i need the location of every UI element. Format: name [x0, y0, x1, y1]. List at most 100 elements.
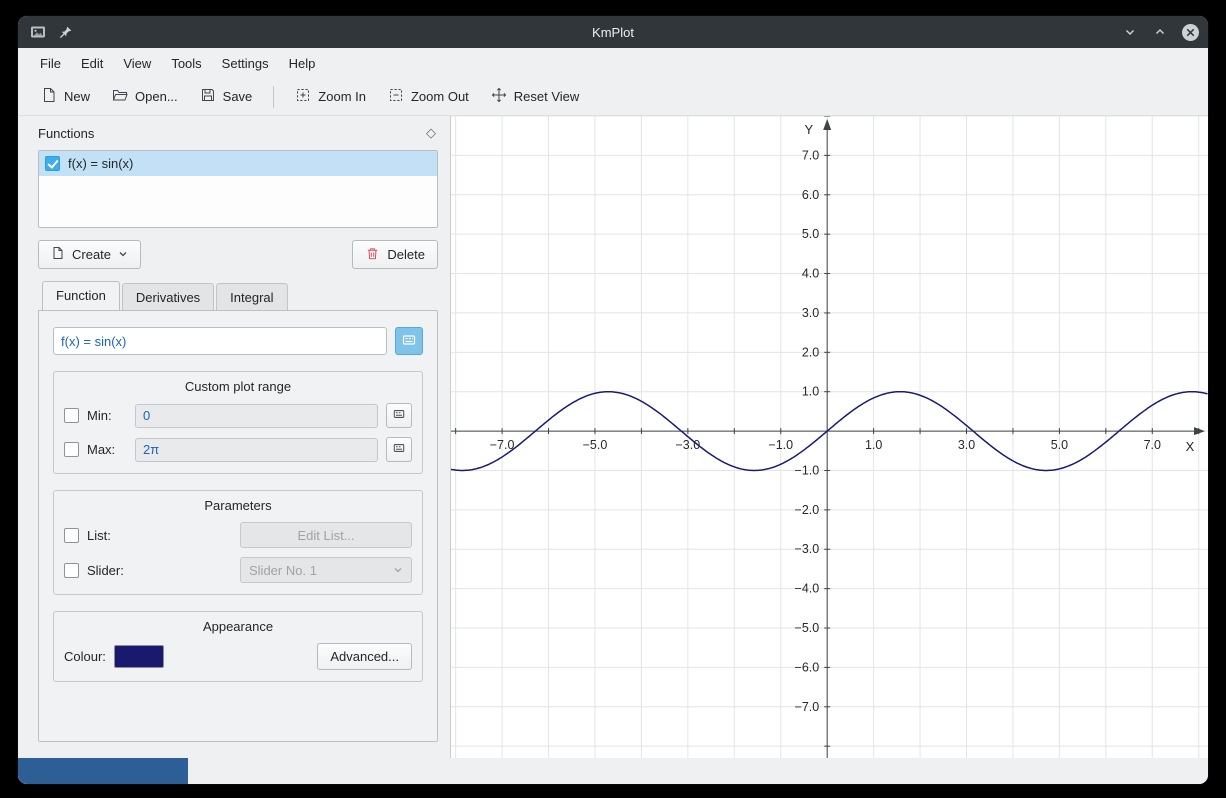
y-tick-label: 2.0 — [802, 345, 819, 359]
menu-edit[interactable]: Edit — [71, 51, 113, 76]
zoom-in-button[interactable]: Zoom In — [286, 81, 375, 112]
function-tab-panel: Custom plot range Min: Max: — [38, 310, 438, 742]
max-editor-button[interactable] — [386, 437, 412, 462]
list-label: List: — [87, 528, 111, 543]
function-list[interactable]: f(x) = sin(x) — [38, 150, 438, 228]
dock-float-icon[interactable]: ◇ — [424, 125, 438, 141]
reset-view-button[interactable]: Reset View — [482, 81, 589, 112]
chevron-down-icon — [118, 247, 128, 262]
plot-canvas[interactable]: −7.0 −5.0 −3.0 −1.0 1.0 3.0 5.0 7.0 7.0 6.0 5.0 4.0… — [451, 116, 1208, 758]
open-button[interactable]: Open... — [103, 81, 187, 112]
custom-plot-range-title: Custom plot range — [64, 379, 412, 394]
slider-label: Slider: — [87, 563, 124, 578]
zoom-out-button[interactable]: Zoom Out — [379, 81, 478, 112]
x-axis-label: X — [1186, 439, 1195, 454]
statusbar-position-segment — [18, 758, 188, 784]
x-tick-label: −5.0 — [583, 438, 608, 452]
appearance-group: Appearance Colour: Advanced... — [53, 611, 423, 682]
function-tabs: Function Derivatives Integral — [38, 281, 438, 310]
toolbar-separator — [273, 86, 274, 108]
equation-editor-button[interactable] — [395, 327, 423, 355]
chevron-down-icon[interactable] — [1120, 22, 1140, 42]
y-tick-label: −6.0 — [795, 660, 820, 674]
new-button[interactable]: New — [32, 81, 99, 112]
min-input — [135, 404, 378, 428]
list-checkbox[interactable] — [64, 528, 79, 543]
colour-swatch[interactable] — [114, 645, 164, 668]
function-item-label: f(x) = sin(x) — [68, 156, 133, 171]
x-tick-label: 1.0 — [865, 438, 882, 452]
slider-checkbox[interactable] — [64, 563, 79, 578]
close-button[interactable] — [1180, 22, 1200, 42]
y-tick-label: −2.0 — [795, 503, 820, 517]
x-tick-label: −1.0 — [768, 438, 793, 452]
functions-dock: Functions ◇ f(x) = sin(x) Create Delete — [26, 116, 450, 758]
x-tick-label: −3.0 — [676, 438, 701, 452]
colour-label: Colour: — [64, 649, 106, 664]
create-button[interactable]: Create — [38, 240, 141, 269]
max-label: Max: — [87, 442, 127, 457]
toolbar: New Open... Save Zoom In Zoom Out Reset … — [18, 78, 1208, 116]
dock-title: Functions — [38, 126, 94, 141]
y-axis-label: Y — [805, 122, 814, 137]
tab-derivatives[interactable]: Derivatives — [122, 283, 214, 310]
kmplot-window: KmPlot File Edit View Tools Setting — [18, 16, 1208, 784]
x-tick-label: −7.0 — [490, 438, 515, 452]
equation-input[interactable] — [53, 327, 387, 355]
y-tick-label: −7.0 — [795, 700, 820, 714]
min-checkbox[interactable] — [64, 408, 79, 423]
y-tick-label: 6.0 — [802, 188, 819, 202]
y-tick-label: 3.0 — [802, 306, 819, 320]
appearance-title: Appearance — [64, 619, 412, 634]
y-tick-label: 5.0 — [802, 227, 819, 241]
x-tick-label: 7.0 — [1144, 438, 1161, 452]
statusbar — [18, 758, 1208, 784]
function-visible-checkbox[interactable] — [45, 156, 60, 171]
x-tick-label: 3.0 — [958, 438, 975, 452]
equation-editor-icon — [393, 442, 405, 457]
x-axis-arrow — [1194, 427, 1205, 435]
window-title: KmPlot — [18, 25, 1208, 40]
equation-editor-icon — [402, 333, 416, 350]
menu-tools[interactable]: Tools — [161, 51, 211, 76]
app-icon — [28, 22, 48, 42]
new-document-icon — [41, 87, 57, 106]
document-new-icon — [51, 246, 65, 263]
parameters-group: Parameters List: Edit List... Slider: Sl… — [53, 490, 423, 595]
maximize-button[interactable] — [1150, 22, 1170, 42]
titlebar[interactable]: KmPlot — [18, 16, 1208, 48]
y-tick-label: 7.0 — [802, 148, 819, 162]
y-tick-label: 1.0 — [802, 385, 819, 399]
y-tick-label: 4.0 — [802, 267, 819, 281]
y-tick-label: −5.0 — [795, 621, 820, 635]
menu-file[interactable]: File — [30, 51, 71, 76]
menu-view[interactable]: View — [113, 51, 161, 76]
custom-plot-range-group: Custom plot range Min: Max: — [53, 371, 423, 474]
zoom-in-icon — [295, 87, 311, 106]
menu-help[interactable]: Help — [279, 51, 326, 76]
open-folder-icon — [112, 87, 128, 106]
function-list-item[interactable]: f(x) = sin(x) — [39, 151, 437, 176]
reset-view-icon — [491, 87, 507, 106]
y-tick-label: −1.0 — [795, 463, 820, 477]
menubar: File Edit View Tools Settings Help — [18, 48, 1208, 78]
min-label: Min: — [87, 408, 127, 423]
zoom-out-icon — [388, 87, 404, 106]
pin-icon[interactable] — [56, 22, 76, 42]
max-input — [135, 438, 378, 462]
tab-integral[interactable]: Integral — [216, 283, 287, 310]
min-editor-button[interactable] — [386, 403, 412, 428]
menu-settings[interactable]: Settings — [212, 51, 279, 76]
tab-function[interactable]: Function — [42, 281, 120, 310]
trash-icon — [365, 246, 380, 264]
delete-button[interactable]: Delete — [352, 240, 438, 269]
x-tick-label: 5.0 — [1051, 438, 1068, 452]
y-tick-label: −4.0 — [795, 582, 820, 596]
save-button[interactable]: Save — [191, 81, 262, 112]
y-axis-arrow — [823, 119, 831, 130]
max-checkbox[interactable] — [64, 442, 79, 457]
equation-editor-icon — [393, 408, 405, 423]
chevron-down-icon — [393, 563, 403, 578]
advanced-button[interactable]: Advanced... — [317, 643, 412, 670]
parameters-title: Parameters — [64, 498, 412, 513]
